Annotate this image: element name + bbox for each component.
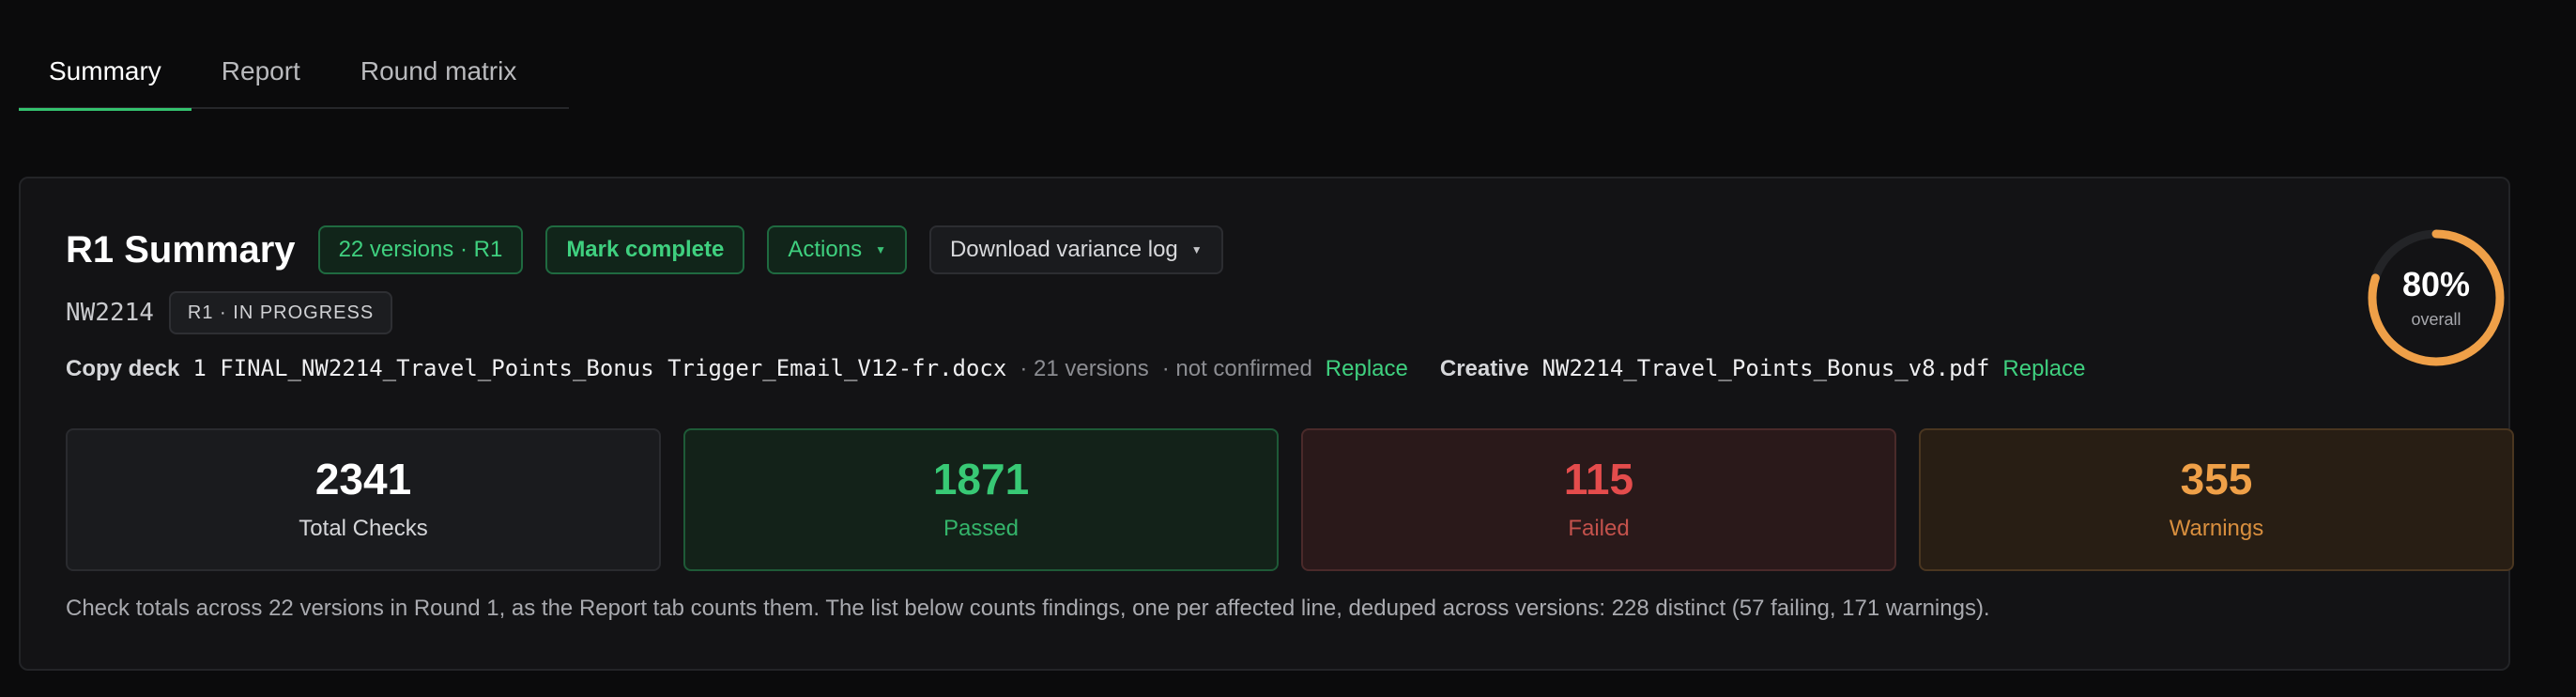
- total-checks-label: Total Checks: [299, 516, 428, 541]
- warnings-card: 355 Warnings: [1919, 428, 2514, 571]
- warnings-value: 355: [2180, 455, 2253, 503]
- tab-bar: Summary Report Round matrix: [19, 34, 569, 111]
- page-title: R1 Summary: [66, 228, 296, 271]
- passed-value: 1871: [932, 455, 1030, 503]
- actions-label: Actions: [788, 237, 863, 262]
- caret-down-icon: ▼: [875, 243, 886, 256]
- job-row: NW2214 R1 · IN PROGRESS: [66, 291, 393, 334]
- failed-label: Failed: [1568, 516, 1630, 541]
- tab-summary[interactable]: Summary: [19, 34, 192, 111]
- tab-report[interactable]: Report: [192, 34, 330, 109]
- copy-deck-versions: · 21 versions: [1020, 356, 1149, 381]
- mark-complete-button[interactable]: Mark complete: [545, 225, 745, 274]
- totals-footnote: Check totals across 22 versions in Round…: [66, 596, 1990, 621]
- copy-deck-file: 1 FINAL_NW2214_Travel_Points_Bonus Trigg…: [192, 355, 1007, 381]
- warnings-label: Warnings: [2169, 516, 2264, 541]
- failed-card: 115 Failed: [1301, 428, 1896, 571]
- job-code: NW2214: [66, 299, 154, 327]
- summary-panel: R1 Summary 22 versions · R1 Mark complet…: [19, 177, 2514, 671]
- total-checks-value: 2341: [314, 455, 412, 503]
- failed-value: 115: [1563, 455, 1634, 503]
- stat-cards: 2341 Total Checks 1871 Passed 115 Failed…: [66, 428, 2514, 571]
- download-variance-log-dropdown[interactable]: Download variance log ▼: [928, 225, 1223, 274]
- download-label: Download variance log: [949, 237, 1178, 262]
- overall-progress-ring: 80% overall: [2366, 227, 2507, 368]
- creative-replace-link[interactable]: Replace: [2002, 356, 2085, 382]
- total-checks-card: 2341 Total Checks: [66, 428, 661, 571]
- creative-file: NW2214_Travel_Points_Bonus_v8.pdf: [1541, 355, 1990, 381]
- source-files-row: Copy deck 1 FINAL_NW2214_Travel_Points_B…: [66, 355, 2085, 382]
- copy-deck-confirmation: · not confirmed: [1161, 356, 1312, 381]
- actions-dropdown[interactable]: Actions ▼: [767, 225, 907, 274]
- tab-round-matrix[interactable]: Round matrix: [330, 34, 547, 109]
- caret-down-icon: ▼: [1190, 243, 1203, 256]
- versions-badge[interactable]: 22 versions · R1: [317, 225, 524, 274]
- progress-percent: 80%: [2401, 265, 2471, 303]
- copy-deck-label: Copy deck: [66, 356, 180, 381]
- copy-deck-replace-link[interactable]: Replace: [1326, 356, 1408, 382]
- status-badge: R1 · IN PROGRESS: [168, 291, 393, 334]
- passed-card: 1871 Passed: [683, 428, 1279, 571]
- passed-label: Passed: [943, 516, 1020, 541]
- creative-label: Creative: [1439, 356, 1529, 381]
- progress-caption: overall: [2411, 310, 2461, 329]
- summary-header: R1 Summary 22 versions · R1 Mark complet…: [66, 225, 1223, 274]
